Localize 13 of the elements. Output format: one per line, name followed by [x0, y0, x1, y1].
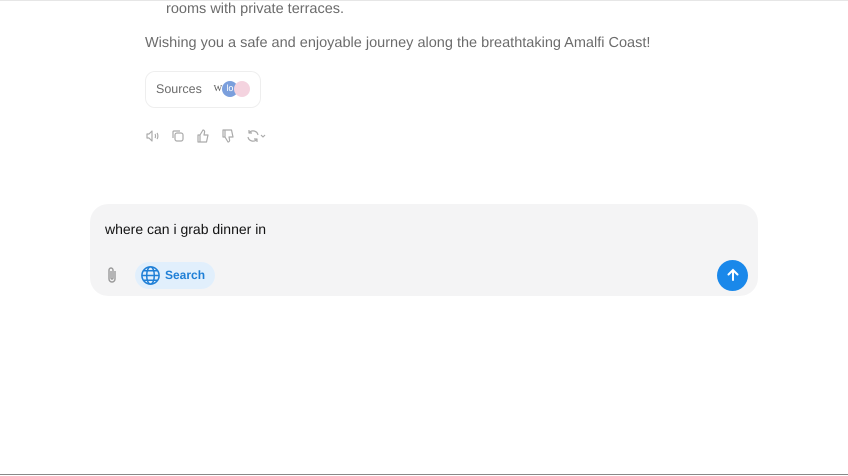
send-button[interactable]: [717, 260, 748, 290]
speaker-icon[interactable]: [145, 128, 161, 144]
closing-text: Wishing you a safe and enjoyable journey along the breathtaking Amalfi Coast!: [145, 34, 652, 53]
globe-icon: [140, 264, 161, 286]
list-item-text: rooms with private terraces.: [166, 1, 346, 17]
sources-button[interactable]: Sources W lo: [145, 70, 261, 108]
search-button[interactable]: Search: [135, 262, 216, 288]
arrow-up-icon: [726, 268, 740, 282]
thumbs-down-icon[interactable]: [220, 128, 236, 144]
refresh-icon[interactable]: [245, 128, 266, 144]
copy-icon[interactable]: [170, 128, 186, 144]
thumbs-up-icon[interactable]: [195, 128, 211, 144]
message-input[interactable]: where can i grab dinner in: [105, 218, 748, 240]
